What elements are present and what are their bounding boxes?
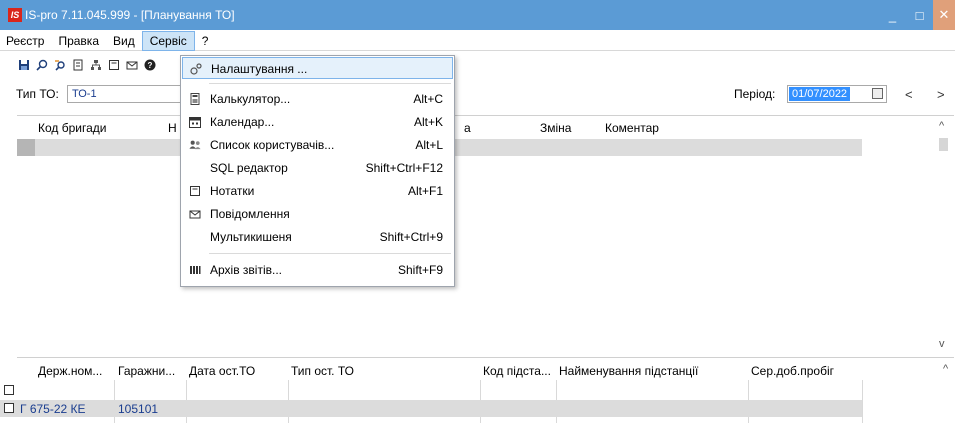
notes-icon[interactable] [106,58,121,73]
menu-service[interactable]: Сервіс [141,30,195,51]
scroll-up-icon[interactable]: ^ [939,120,944,132]
menu-item-shortcut: Shift+Ctrl+9 [379,230,443,244]
menu-registry[interactable]: Реєстр [0,31,51,51]
menu-view[interactable]: Вид [106,31,142,51]
col-shift[interactable]: Зміна [540,121,571,135]
menu-item-shortcut: Alt+K [413,115,443,129]
period-value: 01/07/2022 [789,87,851,101]
users-icon [189,139,201,151]
window-title: IS-pro 7.11.045.999 - [Планування ТО] [25,8,235,22]
calendar-icon [189,116,201,128]
calculator-icon [189,93,201,105]
notes-icon [189,185,201,197]
find-next-icon[interactable] [52,58,67,73]
maximize-button[interactable]: □ [906,0,933,30]
brigade-grid: Код бригади Н а Зміна Коментар ^ v [17,115,954,355]
menu-item-shortcut: Alt+C [413,92,443,106]
col-name[interactable]: Н [168,121,177,135]
row-marker [17,139,35,156]
next-period-button[interactable]: > [937,87,945,102]
menu-item-label: Налаштування ... [211,62,308,76]
col-substation-name[interactable]: Найменування підстанції [559,364,698,378]
menu-item-users[interactable]: Список користувачів... Alt+L [182,134,453,156]
menu-item-report-archive[interactable]: Архів звітів... Shift+F9 [182,259,453,281]
archive-icon [189,264,201,276]
col-garage[interactable]: Гаражни... [118,364,175,378]
minimize-button[interactable]: _ [879,0,906,30]
menu-item-label: Нотатки [210,184,255,198]
table-row[interactable]: Г 675-22 КЕ 105101 [0,400,862,417]
col-comment[interactable]: Коментар [605,121,659,135]
col-hidden[interactable]: а [464,121,471,135]
vehicle-grid: Держ.ном... Гаражни... Дата ост.ТО Тип о… [0,357,954,423]
scroll-up-icon[interactable]: ^ [943,363,948,375]
scroll-thumb[interactable] [939,138,948,151]
col-avg-mileage[interactable]: Сер.доб.пробіг [751,364,834,378]
garage-cell: 105101 [118,402,159,416]
menu-item-messages[interactable]: Повідомлення [182,203,453,225]
col-substation-code[interactable]: Код підста... [483,364,551,378]
menu-item-shortcut: Shift+Ctrl+F12 [365,161,443,175]
menu-help[interactable]: ? [195,31,216,51]
close-button[interactable]: ✕ [933,0,955,30]
menu-item-calendar[interactable]: Календар... Alt+K [182,111,453,133]
menu-bar: Реєстр Правка Вид Сервіс ? [0,30,955,51]
menu-item-shortcut: Alt+F1 [407,184,443,198]
scroll-down-icon[interactable]: v [939,338,945,350]
period-label: Період: [734,87,776,101]
col-last-to-date[interactable]: Дата ост.ТО [189,364,255,378]
menu-item-settings[interactable]: Налаштування ... [182,57,453,79]
toolbar: ? [0,52,955,78]
find-icon[interactable] [34,58,49,73]
row-checkbox[interactable] [4,403,14,413]
menu-item-label: Калькулятор... [210,92,291,106]
table-row[interactable] [4,382,862,399]
menu-item-sql-editor[interactable]: SQL редактор Shift+Ctrl+F12 [182,157,453,179]
menu-item-label: Календар... [210,115,275,129]
settings-icon [190,63,202,75]
menu-item-label: Мультикишеня [210,230,292,244]
col-brigade-code[interactable]: Код бригади [38,121,106,135]
col-plate[interactable]: Держ.ном... [38,364,102,378]
filter-icon[interactable] [70,58,85,73]
filter-bar: Тип ТО: ТО-1 Період: 01/07/2022 < > [0,80,955,108]
row-checkbox[interactable] [4,385,14,395]
prev-period-button[interactable]: < [905,87,913,102]
tree-icon[interactable] [88,58,103,73]
menu-item-shortcut: Shift+F9 [397,263,443,277]
menu-item-label: Повідомлення [210,207,290,221]
service-menu: Налаштування ... Калькулятор... Alt+C Ка… [180,55,455,287]
menu-item-notes[interactable]: Нотатки Alt+F1 [182,180,453,202]
help-icon[interactable]: ? [142,58,157,73]
menu-item-label: Архів звітів... [210,263,282,277]
type-label: Тип ТО: [16,87,59,101]
plate-cell: Г 675-22 КЕ [20,402,86,416]
menu-item-multipocket[interactable]: Мультикишеня Shift+Ctrl+9 [182,226,453,248]
top-scrollbar[interactable]: ^ v [935,116,953,356]
type-input[interactable]: ТО-1 [67,85,182,103]
menu-item-label: SQL редактор [210,161,288,175]
app-logo-icon: IS [8,8,22,22]
svg-text:?: ? [147,61,152,70]
menu-item-calculator[interactable]: Калькулятор... Alt+C [182,88,453,110]
menu-item-shortcut: Alt+L [415,138,443,152]
title-bar: IS IS-pro 7.11.045.999 - [Планування ТО]… [0,0,955,30]
save-icon[interactable] [16,58,31,73]
calendar-icon[interactable] [872,88,883,99]
mail-icon [189,208,201,220]
period-input[interactable]: 01/07/2022 [787,85,887,103]
menu-edit[interactable]: Правка [51,31,106,51]
menu-item-label: Список користувачів... [210,138,335,152]
col-last-to-type[interactable]: Тип ост. ТО [291,364,354,378]
mail-icon[interactable] [124,58,139,73]
window-controls: _ □ ✕ [879,0,955,30]
